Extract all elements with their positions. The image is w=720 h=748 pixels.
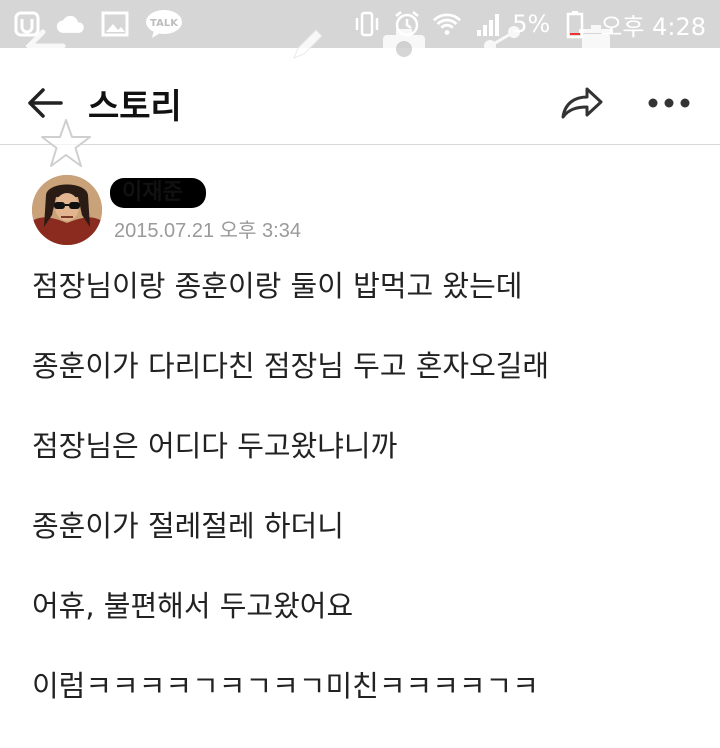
post-line: 종훈이가 절레절레 하더니 (32, 509, 344, 543)
share-arrow-icon (561, 87, 603, 119)
post-line: 점장님이랑 종훈이랑 둘이 밥먹고 왔는데 (32, 269, 523, 303)
post-timestamp: 2015.07.21 오후 3:34 (114, 219, 301, 242)
app-bar-actions (554, 76, 720, 130)
arrow-left-icon (28, 88, 63, 118)
more-dots-icon (648, 98, 690, 108)
share-button[interactable] (554, 76, 608, 130)
author-meta: 이재준 2015.07.21 오후 3:34 (110, 177, 301, 243)
more-button[interactable] (642, 76, 696, 130)
star-outline-icon[interactable] (38, 116, 94, 172)
app-bar: 스토리 (0, 62, 720, 145)
avatar[interactable] (32, 175, 102, 245)
author-name[interactable]: 이재준 (110, 177, 206, 208)
post-line: 어휴, 불편해서 두고왔어요 (32, 589, 354, 623)
post-line: 종훈이가 다리다친 점장님 두고 혼자오길래 (32, 349, 550, 383)
post-line: 이럼ㅋㅋㅋㅋㄱㅋㄱㅋㄱ미친ㅋㅋㅋㅋㄱㅋ (32, 669, 539, 703)
page-title: 스토리 (88, 86, 182, 127)
post-line: 점장님은 어디다 두고왔냐니까 (32, 429, 398, 463)
post-author: 이재준 2015.07.21 오후 3:34 (32, 174, 301, 246)
post-body: 점장님이랑 종훈이랑 둘이 밥먹고 왔는데 종훈이가 다리다친 점장님 두고 혼… (32, 268, 702, 748)
